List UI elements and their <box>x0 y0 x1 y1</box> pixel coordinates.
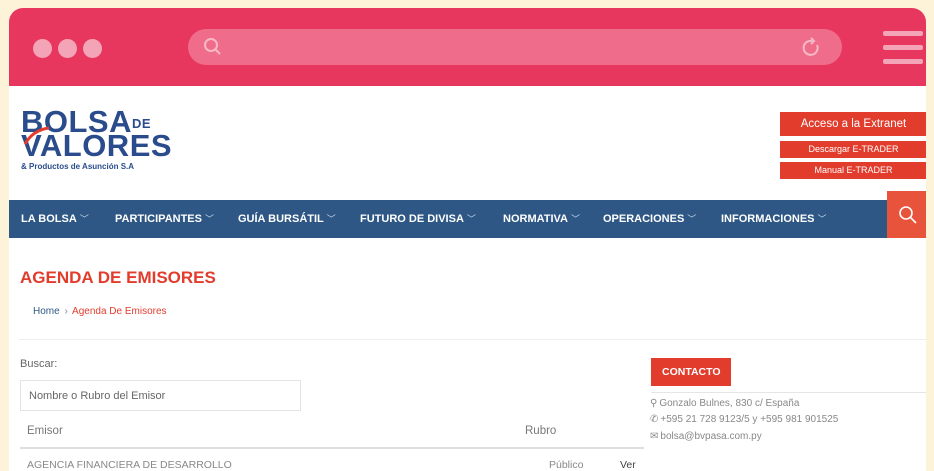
chevron-down-icon: ﹀ <box>205 214 215 224</box>
main-navigation: LA BOLSA ﹀ PARTICIPANTES ﹀ GUÍA BURSÁTIL ﹀ … <box>9 200 926 238</box>
chevron-down-icon: ﹀ <box>570 214 580 224</box>
breadcrumb: Home › Agenda De Emisores <box>33 306 167 317</box>
download-etrader-button[interactable]: Descargar E-TRADER <box>780 141 926 158</box>
contact-divider <box>651 392 926 393</box>
chevron-down-icon: ﹀ <box>79 214 89 224</box>
browser-window: BOLSADE VALORES & Productos de Asunción … <box>9 8 926 471</box>
search-icon <box>204 38 221 55</box>
nav-item-participantes[interactable]: PARTICIPANTES ﹀ <box>115 200 214 238</box>
window-dot-3[interactable] <box>83 39 102 58</box>
manual-etrader-button[interactable]: Manual E-TRADER <box>780 162 926 179</box>
breadcrumb-current: Agenda De Emisores <box>72 306 167 317</box>
cell-emisor: AGENCIA FINANCIERA DE DESARROLLO <box>27 459 232 471</box>
nav-item-informaciones[interactable]: INFORMACIONES ﹀ <box>721 200 827 238</box>
ver-link[interactable]: Ver <box>620 459 636 471</box>
contact-phones: ✆ +595 21 728 9123/5 y +595 981 901525 <box>650 414 839 425</box>
divider <box>19 339 926 340</box>
breadcrumb-separator: › <box>64 306 68 317</box>
chevron-down-icon: ﹀ <box>687 214 697 224</box>
logo-swoosh-icon <box>23 126 50 145</box>
table-header-divider <box>20 447 644 449</box>
chevron-down-icon: ﹀ <box>326 214 336 224</box>
phone-icon: ✆ <box>650 414 659 425</box>
website: BOLSADE VALORES & Productos de Asunción … <box>9 86 926 471</box>
window-dot-2[interactable] <box>58 39 77 58</box>
nav-item-futuro-de-divisa[interactable]: FUTURO DE DIVISA ﹀ <box>360 200 476 238</box>
nav-item-guia-bursatil[interactable]: GUÍA BURSÁTIL ﹀ <box>238 200 336 238</box>
reload-icon[interactable] <box>800 37 822 59</box>
logo-subtitle: & Productos de Asunción S.A <box>21 162 135 171</box>
hamburger-menu-icon[interactable] <box>883 31 923 65</box>
column-header-rubro[interactable]: Rubro <box>525 425 556 437</box>
chevron-down-icon: ﹀ <box>466 214 476 224</box>
nav-search-button[interactable] <box>887 191 926 238</box>
map-pin-icon: ⚲ <box>650 398 658 409</box>
column-header-emisor[interactable]: Emisor <box>27 425 63 437</box>
contact-heading: CONTACTO <box>651 358 731 386</box>
page-title: AGENDA DE EMISORES <box>20 268 216 287</box>
contact-address: ⚲ Gonzalo Bulnes, 830 c/ España <box>650 398 800 409</box>
address-bar[interactable] <box>188 29 842 65</box>
contact-email[interactable]: ✉ bolsa@bvpasa.com.py <box>650 431 762 442</box>
envelope-icon: ✉ <box>650 431 659 442</box>
cell-rubro: Público <box>549 459 584 471</box>
breadcrumb-home-link[interactable]: Home <box>33 306 60 317</box>
nav-item-normativa[interactable]: NORMATIVA ﹀ <box>503 200 580 238</box>
window-dot-1[interactable] <box>33 39 52 58</box>
chevron-down-icon: ﹀ <box>817 214 827 224</box>
bolsa-de-valores-logo[interactable]: BOLSADE VALORES & Productos de Asunción … <box>21 106 191 176</box>
search-icon <box>899 206 917 224</box>
nav-item-operaciones[interactable]: OPERACIONES ﹀ <box>603 200 696 238</box>
nav-item-la-bolsa[interactable]: LA BOLSA ﹀ <box>21 200 89 238</box>
browser-toolbar <box>9 8 926 86</box>
extranet-button[interactable]: Acceso a la Extranet <box>780 112 926 136</box>
search-label: Buscar: <box>20 358 58 370</box>
search-input[interactable] <box>20 380 301 411</box>
